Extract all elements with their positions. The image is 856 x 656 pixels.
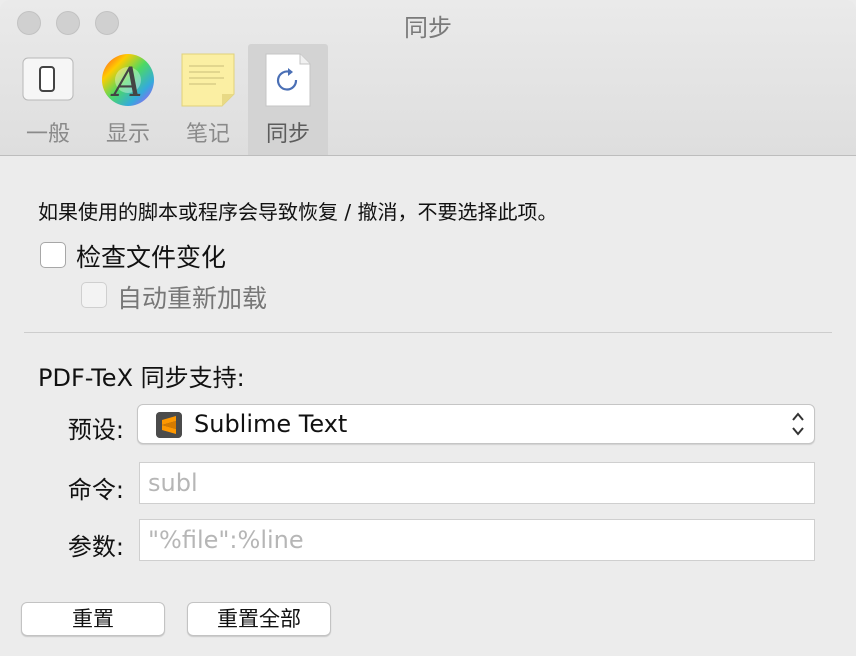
auto-reload-checkbox [81, 282, 107, 308]
reset-all-button[interactable]: 重置全部 [187, 602, 331, 636]
general-switch-icon [22, 57, 74, 101]
notes-sticky-note-icon [181, 53, 235, 107]
toolbar-item-general[interactable]: 一般 [8, 44, 88, 155]
toolbar-item-sync[interactable]: 同步 [248, 44, 328, 155]
titlebar-toolbar: 同步 一般 A 显示 笔记 同步 [0, 0, 856, 156]
sync-document-icon [265, 53, 311, 107]
toolbar-label: 一般 [25, 122, 70, 147]
display-color-wheel-icon: A [102, 54, 154, 106]
args-label: 参数: [67, 533, 124, 561]
sublime-text-icon [156, 412, 182, 438]
check-file-changes-label: 检查文件变化 [76, 243, 227, 272]
window-title: 同步 [404, 14, 452, 42]
preset-label: 预设: [67, 416, 124, 444]
reset-button[interactable]: 重置 [21, 602, 165, 636]
toolbar-item-notes[interactable]: 笔记 [168, 44, 248, 155]
pdf-sync-section-title: PDF-TeX 同步支持: [38, 364, 245, 392]
check-file-changes-checkbox[interactable] [40, 242, 66, 268]
args-field[interactable] [139, 519, 815, 561]
auto-reload-label: 自动重新加载 [117, 284, 268, 313]
preset-popup[interactable]: Sublime Text [137, 404, 815, 444]
toolbar-label: 同步 [265, 122, 310, 147]
chevron-updown-icon [792, 412, 804, 436]
command-field[interactable] [139, 462, 815, 504]
preset-value: Sublime Text [194, 410, 348, 438]
command-input[interactable] [140, 463, 814, 503]
toolbar-item-display[interactable]: A 显示 [88, 44, 168, 155]
toolbar-label: 显示 [105, 122, 150, 147]
warning-note: 如果使用的脚本或程序会导致恢复 / 撤消，不要选择此项。 [38, 200, 558, 224]
args-input[interactable] [140, 520, 814, 560]
preferences-window: 同步 一般 A 显示 笔记 同步 如果使用的脚本或程序会导致恢复 / 撤消，不要… [0, 0, 856, 656]
svg-text:A: A [110, 60, 143, 106]
toolbar-label: 笔记 [185, 122, 230, 147]
command-label: 命令: [67, 476, 124, 504]
section-divider [24, 332, 832, 333]
